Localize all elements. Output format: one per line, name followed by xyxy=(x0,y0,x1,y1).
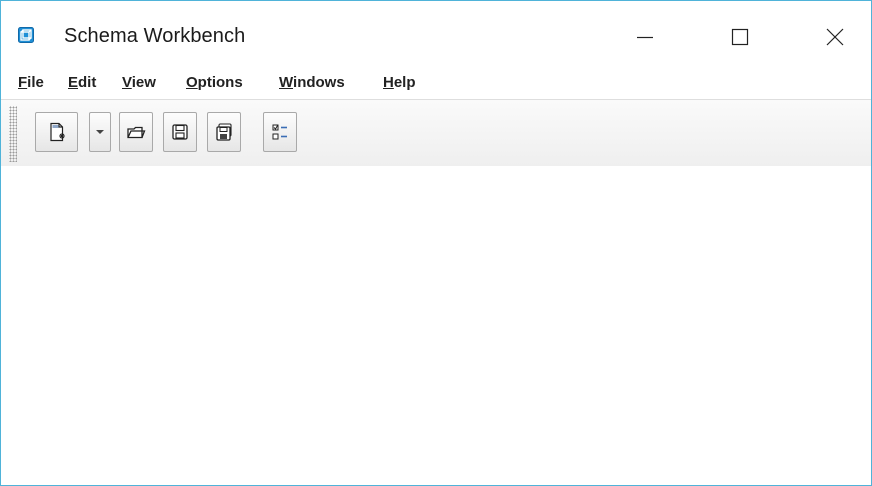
maximize-icon xyxy=(731,28,749,46)
close-button[interactable] xyxy=(809,17,861,57)
cube-icon xyxy=(18,27,34,43)
maximize-button[interactable] xyxy=(714,17,766,57)
save-as-icon xyxy=(216,123,232,141)
list-icon xyxy=(272,124,287,140)
title-bar[interactable]: Schema Workbench xyxy=(1,1,871,69)
chevron-down-icon xyxy=(96,130,104,134)
menu-view[interactable]: View xyxy=(122,74,156,91)
list-button[interactable] xyxy=(263,112,297,152)
save-icon xyxy=(172,124,188,140)
menu-windows[interactable]: Windows xyxy=(279,74,345,91)
window-title: Schema Workbench xyxy=(64,25,246,47)
application-window: Schema Workbench File Edit View Options … xyxy=(0,0,872,486)
open-folder-icon xyxy=(127,126,146,139)
menu-edit[interactable]: Edit xyxy=(68,74,96,91)
menu-options[interactable]: Options xyxy=(186,74,243,91)
menu-bar: File Edit View Options Windows Help xyxy=(1,69,871,99)
save-button[interactable] xyxy=(163,112,197,152)
new-schema-button[interactable] xyxy=(35,112,78,152)
close-icon xyxy=(826,28,844,46)
new-schema-dropdown[interactable] xyxy=(89,112,111,152)
workspace-area xyxy=(1,166,871,485)
minimize-icon xyxy=(637,36,653,39)
toolbar xyxy=(1,99,871,167)
toolbar-grip[interactable] xyxy=(9,106,17,162)
menu-file[interactable]: File xyxy=(18,74,44,91)
new-file-icon xyxy=(49,122,65,142)
open-button[interactable] xyxy=(119,112,153,152)
minimize-button[interactable] xyxy=(619,17,671,57)
menu-help[interactable]: Help xyxy=(383,74,416,91)
save-as-button[interactable] xyxy=(207,112,241,152)
